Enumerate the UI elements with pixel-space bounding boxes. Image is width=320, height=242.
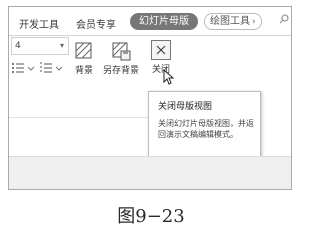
background-button[interactable]: 背景 <box>69 41 99 76</box>
tab-slide-master[interactable]: 幻灯片母版 <box>130 13 198 30</box>
save-background-label: 另存背景 <box>102 66 139 76</box>
chevron-right-icon: › <box>252 17 256 27</box>
save-background-button[interactable]: 另存背景 <box>101 41 141 76</box>
bullet-list-icon[interactable] <box>11 61 37 75</box>
numbered-list-icon[interactable] <box>39 61 65 75</box>
editor-area-strip <box>9 156 291 189</box>
mouse-cursor-icon <box>163 69 175 85</box>
tooltip-title: 关闭母版视图 <box>158 102 213 112</box>
app-window: 开发工具 会员专享 幻灯片母版 绘图工具 › 4 ▾ 背景 另存背景 关闭 关闭… <box>8 6 292 190</box>
search-icon[interactable] <box>279 14 289 24</box>
tab-developer-tools[interactable]: 开发工具 <box>19 16 59 31</box>
save-background-icon <box>112 42 131 61</box>
close-icon <box>151 40 171 60</box>
font-size-select[interactable]: 4 ▾ <box>11 37 69 55</box>
font-size-value: 4 <box>15 41 21 51</box>
tab-drawing-tools[interactable]: 绘图工具 › <box>204 13 262 30</box>
ribbon-toolbar: 4 ▾ 背景 另存背景 关闭 <box>9 36 291 80</box>
figure-caption: 图9−23 <box>117 206 185 227</box>
tab-drawing-tools-label: 绘图工具 <box>210 16 250 27</box>
tooltip: 关闭母版视图 关闭幻灯片母版视图，并返回演示文稿编辑模式。 <box>148 91 261 163</box>
background-label: 背景 <box>74 66 93 76</box>
background-icon <box>75 42 92 59</box>
divider <box>9 117 149 118</box>
chevron-down-icon: ▾ <box>59 41 64 50</box>
tab-member-exclusive[interactable]: 会员专享 <box>76 16 116 31</box>
ribbon-tab-bar: 开发工具 会员专享 幻灯片母版 绘图工具 › <box>9 7 291 36</box>
tooltip-body: 关闭幻灯片母版视图，并返回演示文稿编辑模式。 <box>158 119 254 139</box>
